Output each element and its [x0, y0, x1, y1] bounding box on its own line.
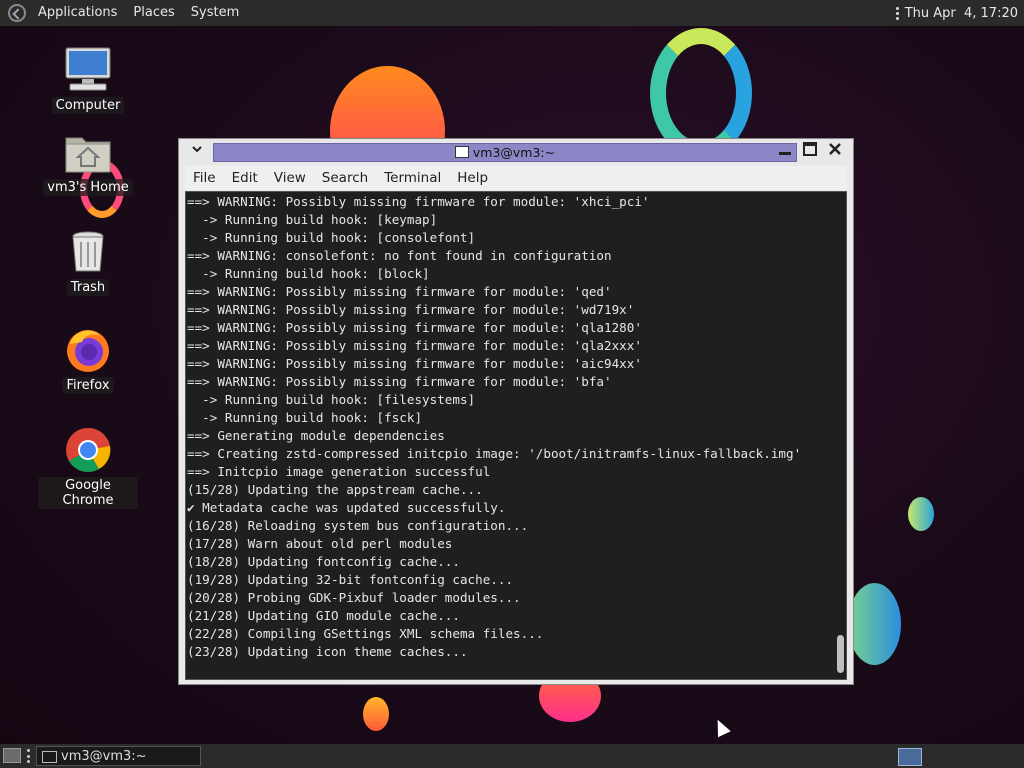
terminal-line: ==> WARNING: Possibly missing firmware f…: [187, 356, 642, 371]
computer-icon: [64, 46, 112, 94]
minimize-icon[interactable]: [775, 142, 795, 162]
clock[interactable]: Thu Apr 4, 17:20: [905, 6, 1018, 21]
terminal-line: ==> WARNING: Possibly missing firmware f…: [187, 338, 642, 353]
show-desktop-icon[interactable]: [3, 748, 21, 763]
terminal-line: -> Running build hook: [consolefont]: [187, 230, 476, 245]
taskbar-task-label: vm3@vm3:~: [61, 749, 147, 764]
top-panel-right: Thu Apr 4, 17:20: [895, 0, 1018, 26]
wallpaper-teal-blob: [908, 497, 934, 531]
desktop-icon-firefox[interactable]: Firefox: [38, 326, 138, 394]
terminal-line: ==> WARNING: Possibly missing firmware f…: [187, 284, 612, 299]
terminal-line: (16/28) Reloading system bus configurati…: [187, 518, 529, 533]
trash-icon: [64, 228, 112, 276]
terminal-line: (18/28) Updating fontconfig cache...: [187, 554, 460, 569]
terminal-line: (23/28) Updating icon theme caches...: [187, 644, 468, 659]
terminal-line: ==> WARNING: Possibly missing firmware f…: [187, 194, 650, 209]
taskbar-handle[interactable]: [27, 749, 31, 763]
terminal-line: (20/28) Probing GDK-Pixbuf loader module…: [187, 590, 521, 605]
terminal-line: (22/28) Compiling GSettings XML schema f…: [187, 626, 544, 641]
window-title-text: vm3@vm3:~: [472, 145, 556, 160]
terminal-line: -> Running build hook: [fsck]: [187, 410, 423, 425]
terminal-line: -> Running build hook: [keymap]: [187, 212, 438, 227]
menu-search[interactable]: Search: [314, 170, 376, 186]
terminal-line: ==> Creating zstd-compressed initcpio im…: [187, 446, 802, 461]
menu-view[interactable]: View: [266, 170, 314, 186]
system-menu[interactable]: System: [183, 0, 247, 26]
terminal-line: -> Running build hook: [block]: [187, 266, 430, 281]
terminal-line: ==> WARNING: Possibly missing firmware f…: [187, 320, 642, 335]
window-title[interactable]: vm3@vm3:~: [213, 143, 797, 162]
desktop-icon-computer[interactable]: Computer: [38, 46, 138, 114]
firefox-icon: [64, 326, 112, 374]
terminal-line: (19/28) Updating 32-bit fontconfig cache…: [187, 572, 514, 587]
window-titlebar[interactable]: vm3@vm3:~: [179, 139, 853, 165]
applications-menu[interactable]: Applications: [30, 0, 125, 26]
desktop-icon-label: Google Chrome: [38, 477, 138, 509]
desktop-icon-trash[interactable]: Trash: [38, 228, 138, 296]
distro-logo-icon[interactable]: [8, 4, 26, 22]
terminal-line: ✔ Metadata cache was updated successfull…: [187, 500, 506, 515]
desktop-icon-label: Trash: [66, 279, 110, 296]
terminal-menubar: File Edit View Search Terminal Help: [185, 166, 847, 190]
terminal-line: (21/28) Updating GIO module cache...: [187, 608, 460, 623]
terminal-output: ==> WARNING: Possibly missing firmware f…: [187, 193, 835, 661]
wallpaper-small-orange-blob: [363, 697, 389, 731]
top-panel: Applications Places System Thu Apr 4, 17…: [0, 0, 1024, 26]
terminal-line: ==> WARNING: consolefont: no font found …: [187, 248, 612, 263]
menu-edit[interactable]: Edit: [224, 170, 266, 186]
terminal-line: ==> WARNING: Possibly missing firmware f…: [187, 374, 612, 389]
terminal-output-area[interactable]: ==> WARNING: Possibly missing firmware f…: [185, 191, 847, 680]
wallpaper-blue-blob: [848, 583, 901, 665]
terminal-scrollbar[interactable]: [837, 635, 844, 673]
terminal-icon: [42, 751, 57, 763]
terminal-line: (17/28) Warn about old perl modules: [187, 536, 453, 551]
terminal-line: ==> WARNING: Possibly missing firmware f…: [187, 302, 635, 317]
home-folder-icon: [64, 128, 112, 176]
workspace-switcher[interactable]: [898, 748, 922, 766]
close-icon[interactable]: [825, 142, 845, 162]
terminal-line: (15/28) Updating the appstream cache...: [187, 482, 483, 497]
desktop-icon-home[interactable]: vm3's Home: [38, 128, 138, 196]
kebab-menu-icon[interactable]: [895, 6, 899, 20]
window-menu-chevron-icon[interactable]: [187, 142, 207, 162]
desktop-icon-label: Firefox: [62, 377, 114, 394]
terminal-line: ==> Generating module dependencies: [187, 428, 445, 443]
terminal-icon: [454, 146, 469, 158]
menu-file[interactable]: File: [185, 170, 224, 186]
terminal-line: -> Running build hook: [filesystems]: [187, 392, 476, 407]
bottom-taskbar: vm3@vm3:~: [0, 744, 1024, 768]
desktop-icon-label: vm3's Home: [43, 179, 133, 196]
desktop-icon-chrome[interactable]: Google Chrome: [38, 426, 138, 509]
taskbar-terminal-button[interactable]: vm3@vm3:~: [36, 746, 201, 766]
desktop-icon-label: Computer: [51, 97, 125, 114]
terminal-line: ==> Initcpio image generation successful: [187, 464, 491, 479]
menu-terminal[interactable]: Terminal: [376, 170, 449, 186]
chrome-icon: [64, 426, 112, 474]
maximize-icon[interactable]: [800, 142, 820, 162]
places-menu[interactable]: Places: [125, 0, 182, 26]
terminal-window: vm3@vm3:~ File Edit View Search Terminal…: [178, 138, 854, 685]
menu-help[interactable]: Help: [449, 170, 496, 186]
